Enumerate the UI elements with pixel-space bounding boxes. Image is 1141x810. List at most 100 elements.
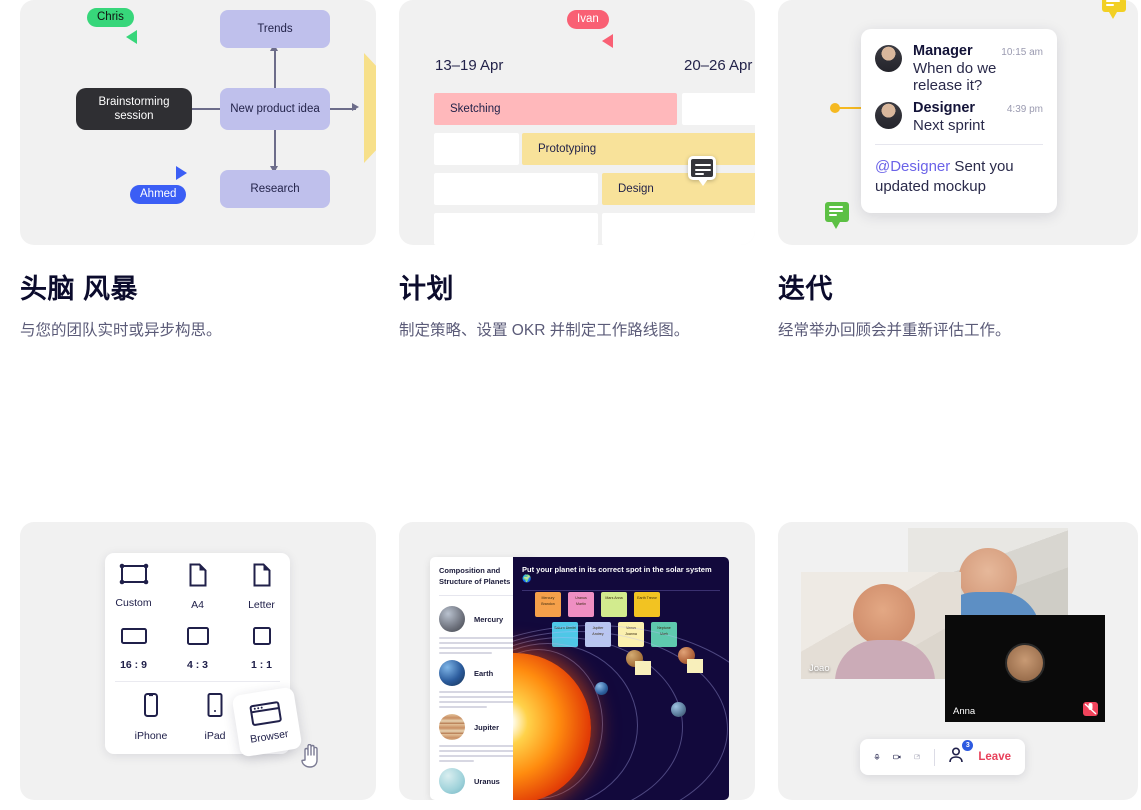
chat-message[interactable]: Designer 4:39 pm Next sprint xyxy=(875,100,1043,134)
planet-sticky-note[interactable] xyxy=(635,661,651,676)
node-new-product-idea[interactable]: New product idea xyxy=(220,88,330,130)
card-description: 与您的团队实时或异步构思。 xyxy=(20,322,222,339)
planet-name: Jupiter xyxy=(474,722,500,732)
rect-43-icon xyxy=(186,627,209,646)
sticky-note[interactable]: Mars Anna xyxy=(601,592,627,618)
planet-image-earth xyxy=(439,660,465,687)
leave-button[interactable]: Leave xyxy=(978,751,1011,763)
picker-item-browser-floating[interactable]: Browser xyxy=(231,687,303,758)
sticky-note[interactable]: Mercury Brandon xyxy=(535,592,561,618)
gantt-bar-design[interactable]: Design xyxy=(602,173,755,205)
sticky-note-yellow-icon[interactable] xyxy=(1102,0,1126,19)
cursor-label-ahmed: Ahmed xyxy=(130,185,187,204)
gantt-bar-label: Sketching xyxy=(450,103,501,115)
video-tile[interactable]: Joao xyxy=(801,572,961,680)
avatar xyxy=(875,102,902,129)
cursor-pointer-ahmed xyxy=(176,166,187,180)
microphone-icon[interactable] xyxy=(874,748,880,766)
picker-item-letter[interactable]: Letter xyxy=(236,553,288,615)
arrow-head-4 xyxy=(352,103,359,111)
chat-message-time: 10:15 am xyxy=(1001,47,1043,58)
gantt-cell-empty[interactable] xyxy=(434,213,598,245)
picker-item-4-3[interactable]: 4 : 3 xyxy=(172,615,224,675)
feature-card-plan: Ivan 13–19 Apr 20–26 Apr Sketching Proto… xyxy=(399,0,755,342)
feature-card-iterate: Manager 10:15 am When do we release it? … xyxy=(778,0,1138,342)
muted-mic-icon xyxy=(1083,702,1098,717)
picker-item-iphone[interactable]: iPhone xyxy=(125,682,177,746)
divider xyxy=(875,144,1043,145)
participant-body xyxy=(835,640,935,680)
card-description: 经常举办回顾会并重新评估工作。 xyxy=(778,322,1011,339)
picker-row: 16 : 9 4 : 3 1 : 1 xyxy=(105,615,290,675)
card-description: 制定策略、设置 OKR 并制定工作路线图。 xyxy=(399,322,690,339)
feature-card-design: Custom A4 Letter 16: 9 4: 3 1: 1 iPho… xyxy=(20,522,376,810)
planet-name: Uranus xyxy=(474,776,500,786)
plan-gantt-visual: Ivan 13–19 Apr 20–26 Apr Sketching Proto… xyxy=(399,0,755,245)
gantt-cell-empty[interactable] xyxy=(682,93,755,125)
cursor-pointer-chris xyxy=(126,30,137,44)
feature-card-meet: Joao Anna 3 Leave xyxy=(778,522,1138,810)
participants-count-badge: 3 xyxy=(962,739,974,751)
gantt-bar-label: Design xyxy=(618,183,654,195)
sticky-note-green-icon[interactable] xyxy=(825,202,849,229)
browser-icon xyxy=(249,701,282,727)
gantt-column-header-2: 20–26 Apr xyxy=(684,57,753,74)
picker-item-ipad[interactable]: iPad xyxy=(189,682,241,746)
sticky-note[interactable]: Earth Trevor xyxy=(634,592,660,618)
next-node-wedge xyxy=(364,53,376,163)
mention-link[interactable]: @Designer xyxy=(875,158,950,175)
iphone-icon xyxy=(144,693,158,718)
design-picker-visual: Custom A4 Letter 16: 9 4: 3 1: 1 iPho… xyxy=(20,522,376,801)
gantt-cell-empty[interactable] xyxy=(434,133,519,165)
picker-item-label: Browser xyxy=(249,728,290,747)
participant-name: Anna xyxy=(953,706,976,718)
solar-system-board[interactable]: Put your planet in its correct spot in t… xyxy=(513,557,729,801)
bubble-lines xyxy=(695,164,711,178)
chat-panel: Manager 10:15 am When do we release it? … xyxy=(861,29,1057,213)
picker-item-a4[interactable]: A4 xyxy=(172,553,224,615)
arrow-line-2 xyxy=(274,48,276,90)
picker-item-1-1[interactable]: 1 : 1 xyxy=(236,615,288,675)
picker-item-label: 1 : 1 xyxy=(250,659,272,672)
node-trends[interactable]: Trends xyxy=(220,10,330,48)
participant-name: Joao xyxy=(809,663,830,675)
sticky-note[interactable]: Uranus Martin xyxy=(568,592,594,618)
chat-message[interactable]: Manager 10:15 am When do we release it? xyxy=(875,43,1043,94)
feature-card-teach: Composition and Structure of Planets ☀ M… xyxy=(399,522,755,810)
card-title: 计划 xyxy=(399,274,454,304)
video-camera-icon[interactable] xyxy=(893,749,901,765)
node-label: New product idea xyxy=(230,102,320,115)
planet-image-mercury xyxy=(439,606,465,633)
meeting-visual: Joao Anna 3 Leave xyxy=(778,522,1138,801)
card-title: 迭代 xyxy=(778,274,833,304)
page-icon xyxy=(253,563,270,587)
gantt-cell-empty[interactable] xyxy=(434,173,598,205)
comment-bubble-icon[interactable] xyxy=(688,156,716,186)
gantt-bar-prototyping[interactable]: Prototyping xyxy=(522,133,755,165)
gantt-cell-empty[interactable] xyxy=(602,213,755,245)
rect-169-icon xyxy=(120,628,147,645)
screen-share-icon[interactable] xyxy=(914,749,921,765)
picker-item-custom[interactable]: Custom xyxy=(108,553,160,615)
planet-image-jupiter xyxy=(439,714,465,741)
picker-item-label: iPhone xyxy=(134,730,168,743)
picker-item-label: iPad xyxy=(204,730,226,743)
video-tile[interactable]: Anna xyxy=(945,615,1105,723)
picker-item-16-9[interactable]: 16 : 9 xyxy=(108,615,160,675)
meeting-toolbar: 3 Leave xyxy=(860,739,1025,776)
picker-item-label: Custom xyxy=(115,597,152,610)
cursor-label-ivan: Ivan xyxy=(567,10,609,29)
node-research[interactable]: Research xyxy=(220,170,330,208)
node-label: Brainstorming session xyxy=(98,95,170,122)
participant-face xyxy=(853,584,915,647)
picker-item-label: 4 : 3 xyxy=(186,659,208,672)
planet-name: Mercury xyxy=(474,614,504,624)
chat-message-text: Next sprint xyxy=(913,117,985,134)
ipad-icon xyxy=(207,693,223,718)
node-brainstorming-session[interactable]: Brainstorming session xyxy=(76,88,192,130)
planet-sticky-note[interactable] xyxy=(687,659,703,674)
gantt-bar-sketching[interactable]: Sketching xyxy=(434,93,677,125)
gantt-bar-label: Prototyping xyxy=(538,143,597,155)
gantt-column-header-1: 13–19 Apr xyxy=(435,57,504,74)
participants-button[interactable]: 3 xyxy=(947,739,974,769)
